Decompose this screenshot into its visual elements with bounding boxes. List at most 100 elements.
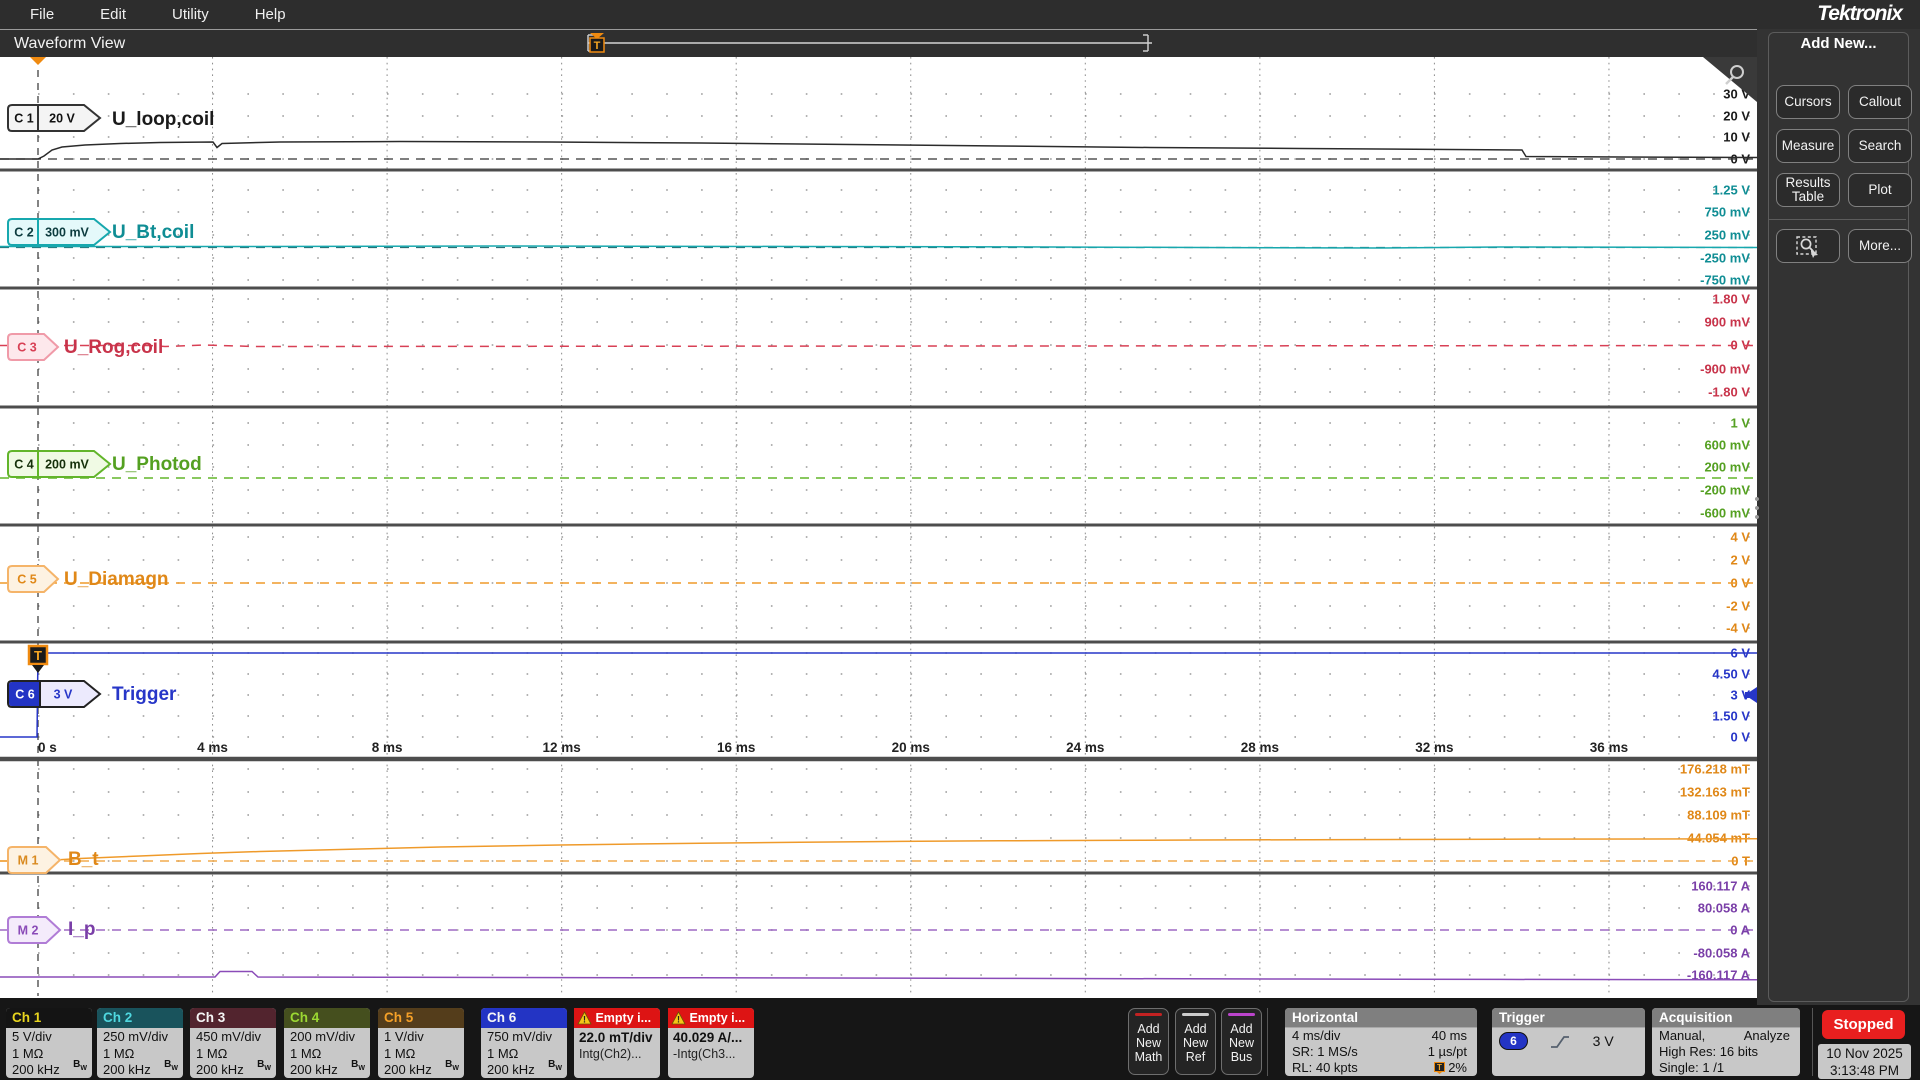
math-badge-1[interactable]: Math 1 ! Empty i... 22.0 mT/div Intg(Ch2…	[574, 1008, 660, 1078]
badge-color-stripe	[1135, 1013, 1162, 1016]
time: 3:13:48 PM	[1818, 1062, 1911, 1079]
channel-badge-2[interactable]: Ch 2 250 mV/div1 MΩ200 kHzBW	[97, 1008, 183, 1078]
channel-handle-text: 3 V	[54, 688, 73, 702]
channel-badge-title: Ch 2	[97, 1008, 183, 1028]
bandwidth-icon: BW	[351, 1057, 365, 1078]
separator	[1812, 1008, 1813, 1076]
panel-drag-handle[interactable]: •••	[1752, 495, 1762, 522]
scale-label: 132.163 mT	[1680, 785, 1750, 800]
acq-mode: Manual,	[1659, 1028, 1705, 1044]
time-axis-label: 16 ms	[717, 740, 755, 755]
scale-label: 600 mV	[1704, 438, 1750, 453]
scale-label: -900 mV	[1700, 362, 1750, 377]
time-axis-label: 32 ms	[1415, 740, 1453, 755]
channel-handle-text: C 2	[14, 226, 34, 240]
math-badge-2[interactable]: Math 2 ! Empty i... 40.029 A/... -Intg(C…	[668, 1008, 754, 1078]
add-new-bus-button[interactable]: AddNewBus	[1221, 1008, 1262, 1075]
trace-U_Rog,coil	[0, 345, 1757, 347]
scale-label: 44.054 mT	[1687, 831, 1750, 846]
acquisition-panel[interactable]: Acquisition Manual,Analyze High Res: 16 …	[1652, 1008, 1800, 1076]
waveform-view-titlebar: Waveform View T	[0, 30, 1757, 57]
scale-label: 1.50 V	[1712, 709, 1750, 724]
time-axis-label: 24 ms	[1066, 740, 1104, 755]
time-axis-label: 12 ms	[543, 740, 581, 755]
add-new-ref-button[interactable]: AddNewRef	[1175, 1008, 1216, 1075]
time-axis-label: 20 ms	[892, 740, 930, 755]
channel-badge-4[interactable]: Ch 4 200 mV/div1 MΩ200 kHzBW	[284, 1008, 370, 1078]
scale-label: 750 mV	[1704, 205, 1750, 220]
channel-handle-text: M 2	[18, 924, 39, 938]
trigger-position-percent: T 2%	[1434, 1060, 1467, 1076]
scale-label: 250 mV	[1704, 228, 1750, 243]
scale-label: -200 mV	[1700, 483, 1750, 498]
callout-button[interactable]: Callout	[1848, 85, 1912, 119]
date: 10 Nov 2025	[1818, 1045, 1911, 1062]
scale-label: 88.109 mT	[1687, 808, 1750, 823]
horizontal-panel[interactable]: Horizontal 4 ms/div40 ms SR: 1 MS/s1 µs/…	[1285, 1008, 1477, 1076]
menu-file[interactable]: File	[30, 6, 54, 23]
scale-label: 900 mV	[1704, 315, 1750, 330]
more-button[interactable]: More...	[1848, 229, 1912, 263]
acquisition-panel-title: Acquisition	[1652, 1008, 1800, 1028]
channel-name-label: U_Diamagn	[64, 569, 169, 590]
scale-label: -80.058 A	[1693, 946, 1750, 961]
channel-badge-settings: 200 mV/div1 MΩ200 kHzBW	[284, 1028, 370, 1078]
math-alert: ! Empty i...	[574, 1008, 660, 1028]
run-stop-status-button[interactable]: Stopped	[1822, 1010, 1905, 1039]
horizontal-scale: 4 ms/div	[1292, 1028, 1340, 1044]
warning-icon: !	[577, 1011, 592, 1025]
record-view-bar[interactable]: T	[580, 30, 1180, 57]
search-button[interactable]: Search	[1848, 129, 1912, 163]
menu-help[interactable]: Help	[255, 6, 286, 23]
channel-badge-title: Ch 4	[284, 1008, 370, 1028]
expansion-point-icon[interactable]	[30, 57, 46, 65]
trigger-flag-pointer	[32, 665, 44, 673]
acq-single-count: Single: 1 /1	[1659, 1060, 1724, 1076]
scale-label: 1.25 V	[1712, 183, 1750, 198]
channel-name-label: U_Photod	[112, 454, 202, 475]
plot-button[interactable]: Plot	[1848, 173, 1912, 207]
waveform-view-title: Waveform View	[0, 35, 125, 52]
svg-text:T: T	[1437, 1063, 1442, 1072]
channel-handle-text: M 1	[18, 854, 39, 868]
channel-badge-3[interactable]: Ch 3 450 mV/div1 MΩ200 kHzBW	[190, 1008, 276, 1078]
zoom-select-icon	[1795, 234, 1821, 258]
zoom-select-button[interactable]	[1776, 229, 1840, 263]
channel-badge-1[interactable]: Ch 1 5 V/div1 MΩ200 kHzBW	[6, 1008, 92, 1078]
menu-utility[interactable]: Utility	[172, 6, 209, 23]
trigger-panel[interactable]: Trigger 6 3 V	[1492, 1008, 1645, 1076]
channel-name-label: U_Bt,coil	[112, 222, 194, 243]
add-new-header: Add New...	[1757, 35, 1920, 52]
sample-interval: 1 µs/pt	[1428, 1044, 1467, 1060]
results-table-button[interactable]: ResultsTable	[1776, 173, 1840, 207]
bandwidth-icon: BW	[164, 1057, 178, 1078]
tektronix-logo: Tektronix	[1817, 2, 1902, 26]
channel-name-label: B_t	[68, 849, 99, 870]
add-new-math-button[interactable]: AddNewMath	[1128, 1008, 1169, 1075]
time-axis-label: 8 ms	[372, 740, 403, 755]
svg-text:T: T	[594, 40, 601, 52]
channel-name-label: Trigger	[112, 684, 177, 705]
channel-badge-title: Ch 3	[190, 1008, 276, 1028]
channel-badge-6[interactable]: Ch 6 750 mV/div1 MΩ200 kHzBW	[481, 1008, 567, 1078]
scale-label: 160.117 A	[1691, 879, 1750, 894]
measure-button[interactable]: Measure	[1776, 129, 1840, 163]
menu-edit[interactable]: Edit	[100, 6, 126, 23]
channel-badge-title: Ch 5	[378, 1008, 464, 1028]
scale-label: 20 V	[1723, 109, 1750, 124]
scale-label: 2 V	[1730, 553, 1750, 568]
waveform-graticule[interactable]: 30 V20 V10 V0 VU_loop,coil1.25 V750 mV25…	[0, 57, 1757, 998]
trigger-t-icon: T	[1434, 1062, 1445, 1074]
channel-badge-5[interactable]: Ch 5 1 V/div1 MΩ200 kHzBW	[378, 1008, 464, 1078]
time-axis-label: 4 ms	[197, 740, 228, 755]
channel-name-label: U_Rog,coil	[64, 337, 163, 358]
scale-label: 4 V	[1730, 530, 1750, 545]
trigger-level-arrow-tail	[1745, 692, 1757, 698]
scale-label: -600 mV	[1700, 506, 1750, 521]
trigger-slope-rising-icon	[1549, 1034, 1571, 1049]
channel-handle-text: 20 V	[49, 112, 75, 126]
right-panel: Add New... CursorsCalloutMeasureSearchRe…	[1757, 29, 1920, 1005]
scale-label: -750 mV	[1700, 273, 1750, 288]
cursors-button[interactable]: Cursors	[1776, 85, 1840, 119]
math-expression: Intg(Ch2)...	[574, 1045, 660, 1061]
